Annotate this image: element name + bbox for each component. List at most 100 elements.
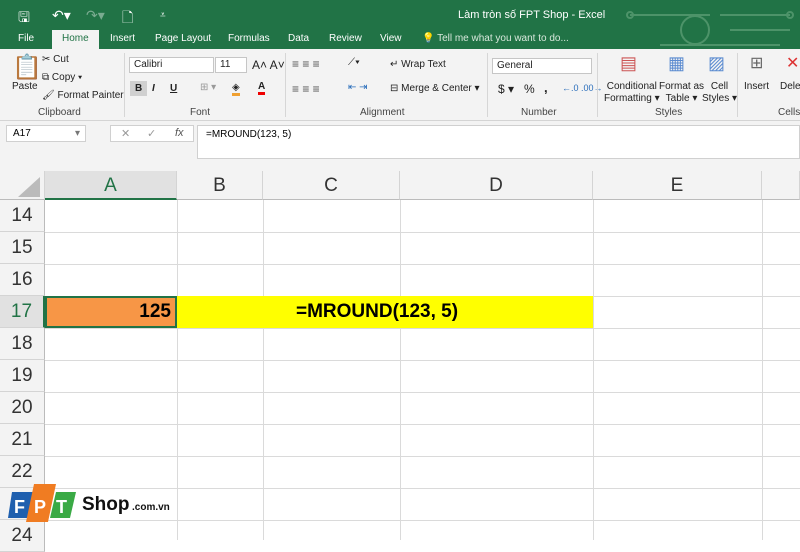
label: Cell	[710, 81, 729, 92]
format-as-table-button[interactable]: Format as Table ▾	[659, 81, 704, 105]
tab-file[interactable]: File	[18, 33, 34, 44]
comma-button[interactable]: ,	[544, 80, 548, 95]
column-header-f[interactable]	[762, 171, 800, 200]
tab-home[interactable]: Home	[52, 30, 99, 49]
cut-button[interactable]: ✂ Cut	[42, 54, 69, 65]
column-header-c[interactable]: C	[263, 171, 400, 200]
svg-text:P: P	[34, 497, 46, 517]
percent-button[interactable]: %	[524, 82, 535, 96]
cancel-icon[interactable]: ✕	[121, 127, 130, 140]
bold-button[interactable]: B	[130, 81, 148, 96]
row-header-16[interactable]: 16	[0, 264, 45, 296]
tab-insert[interactable]: Insert	[110, 33, 135, 44]
delete-cells-button[interactable]: Delete	[780, 81, 800, 92]
row-header-19[interactable]: 19	[0, 360, 45, 392]
styles-group-label: Styles	[655, 107, 683, 118]
delete-cells-icon: ✕	[786, 55, 800, 72]
tab-page-layout[interactable]: Page Layout	[155, 33, 211, 44]
font-color-icon[interactable]: A	[258, 81, 266, 95]
fpt-shop-watermark: F P T Shop .com.vn	[8, 484, 170, 524]
label: Formatting ▾	[604, 93, 660, 104]
font-name-select[interactable]: Calibri	[129, 57, 214, 73]
cell-a17[interactable]: 125	[45, 296, 177, 328]
row-header-17[interactable]: 17	[0, 296, 45, 328]
cell-range-b17-d17[interactable]: =MROUND(123, 5)	[177, 296, 593, 328]
paste-button[interactable]: Paste	[12, 81, 38, 92]
ribbon: 📋 Paste ✂ Cut ⧉ Copy ▾ 🖌 Format Painter …	[0, 49, 800, 121]
currency-button[interactable]: $ ▾	[498, 82, 514, 96]
tab-review[interactable]: Review	[329, 33, 362, 44]
copy-button[interactable]: ⧉ Copy ▾	[42, 72, 82, 83]
tab-formulas[interactable]: Formulas	[228, 33, 270, 44]
tell-me-box[interactable]: 💡 Tell me what you want to do...	[422, 33, 569, 44]
formula-buttons: ✕ ✓ fx	[110, 125, 194, 142]
window-title: Làm tròn số FPT Shop - Excel	[458, 9, 606, 21]
worksheet-grid: A B C D E 14 15 16 17 18 19 20 21 22 23 …	[0, 171, 800, 552]
formula-input[interactable]: =MROUND(123, 5)	[197, 125, 800, 159]
font-size-select[interactable]: 11	[215, 57, 247, 73]
tab-data[interactable]: Data	[288, 33, 309, 44]
shop-domain: .com.vn	[132, 502, 170, 513]
svg-text:T: T	[56, 497, 67, 517]
insert-cells-icon: ⊞	[750, 55, 764, 72]
row-header-20[interactable]: 20	[0, 392, 45, 424]
paste-icon: 📋	[12, 54, 42, 81]
insert-cells-button[interactable]: Insert	[744, 81, 769, 92]
wrap-text-icon: ↵	[390, 59, 399, 70]
select-all-button[interactable]	[0, 171, 45, 200]
copy-icon: ⧉	[42, 72, 50, 83]
font-grow-shrink-icons[interactable]: A˄ A˅	[252, 58, 285, 72]
column-header-e[interactable]: E	[593, 171, 762, 200]
brush-icon: 🖌	[42, 90, 55, 101]
row-header-18[interactable]: 18	[0, 328, 45, 360]
svg-text:F: F	[14, 497, 25, 517]
column-header-d[interactable]: D	[400, 171, 593, 200]
copy-label: Copy	[51, 72, 76, 83]
shop-text: Shop	[82, 494, 130, 515]
row-header-14[interactable]: 14	[0, 200, 45, 232]
name-box[interactable]: A17 ▾	[6, 125, 86, 142]
alignment-group-label: Alignment	[360, 107, 405, 118]
italic-button[interactable]: I	[152, 83, 155, 94]
underline-button[interactable]: U	[170, 83, 177, 94]
fill-color-icon[interactable]: ◈	[232, 82, 240, 96]
cell-styles-icon: ▨	[708, 53, 726, 73]
insert-function-icon[interactable]: fx	[175, 127, 184, 139]
row-header-21[interactable]: 21	[0, 424, 45, 456]
tell-me-text: Tell me what you want to do...	[437, 33, 569, 44]
scissors-icon: ✂	[42, 54, 51, 65]
fpt-logo-icon: F P T	[8, 484, 76, 522]
save-icon[interactable]: 🖫	[18, 7, 30, 31]
number-format-select[interactable]: General	[492, 58, 592, 74]
tab-view[interactable]: View	[380, 33, 402, 44]
merge-center-button[interactable]: ⊟ Merge & Center ▾	[390, 83, 480, 94]
label: Styles ▾	[702, 93, 738, 104]
redo-icon[interactable]: ↷▾	[86, 7, 105, 24]
enter-icon[interactable]: ✓	[147, 127, 156, 140]
cell-styles-button[interactable]: Cell Styles ▾	[702, 81, 737, 105]
column-header-a[interactable]: A	[45, 171, 177, 200]
indent-icons[interactable]: ⇤ ⇥	[348, 82, 368, 93]
horizontal-align-icons[interactable]: ≡ ≡ ≡	[292, 82, 320, 96]
customize-qat-icon[interactable]: ⩡	[160, 10, 166, 21]
cut-label: Cut	[53, 54, 69, 65]
merge-label: Merge & Center	[401, 83, 472, 94]
cells-group-label: Cells	[778, 107, 800, 118]
label: Table ▾	[665, 93, 698, 104]
label: Format as	[659, 81, 705, 92]
format-painter-button[interactable]: 🖌 Format Painter	[42, 90, 124, 101]
conditional-formatting-button[interactable]: Conditional Formatting ▾	[604, 81, 660, 105]
undo-icon[interactable]: ↶▾	[52, 7, 71, 24]
orientation-icon[interactable]: ⟋▾	[348, 57, 360, 68]
format-table-icon: ▦	[668, 53, 686, 73]
conditional-formatting-icon: ▤	[620, 53, 638, 73]
new-file-icon[interactable]: 🗋	[122, 7, 133, 31]
borders-icon[interactable]: ⊞ ▾	[200, 82, 216, 93]
row-header-24[interactable]: 24	[0, 520, 45, 552]
vertical-align-icons[interactable]: ≡ ≡ ≡	[292, 57, 320, 71]
column-header-b[interactable]: B	[177, 171, 263, 200]
wrap-text-button[interactable]: ↵ Wrap Text	[390, 59, 446, 70]
currency-label: $	[498, 82, 505, 96]
clipboard-group-label: Clipboard	[38, 107, 81, 118]
row-header-15[interactable]: 15	[0, 232, 45, 264]
